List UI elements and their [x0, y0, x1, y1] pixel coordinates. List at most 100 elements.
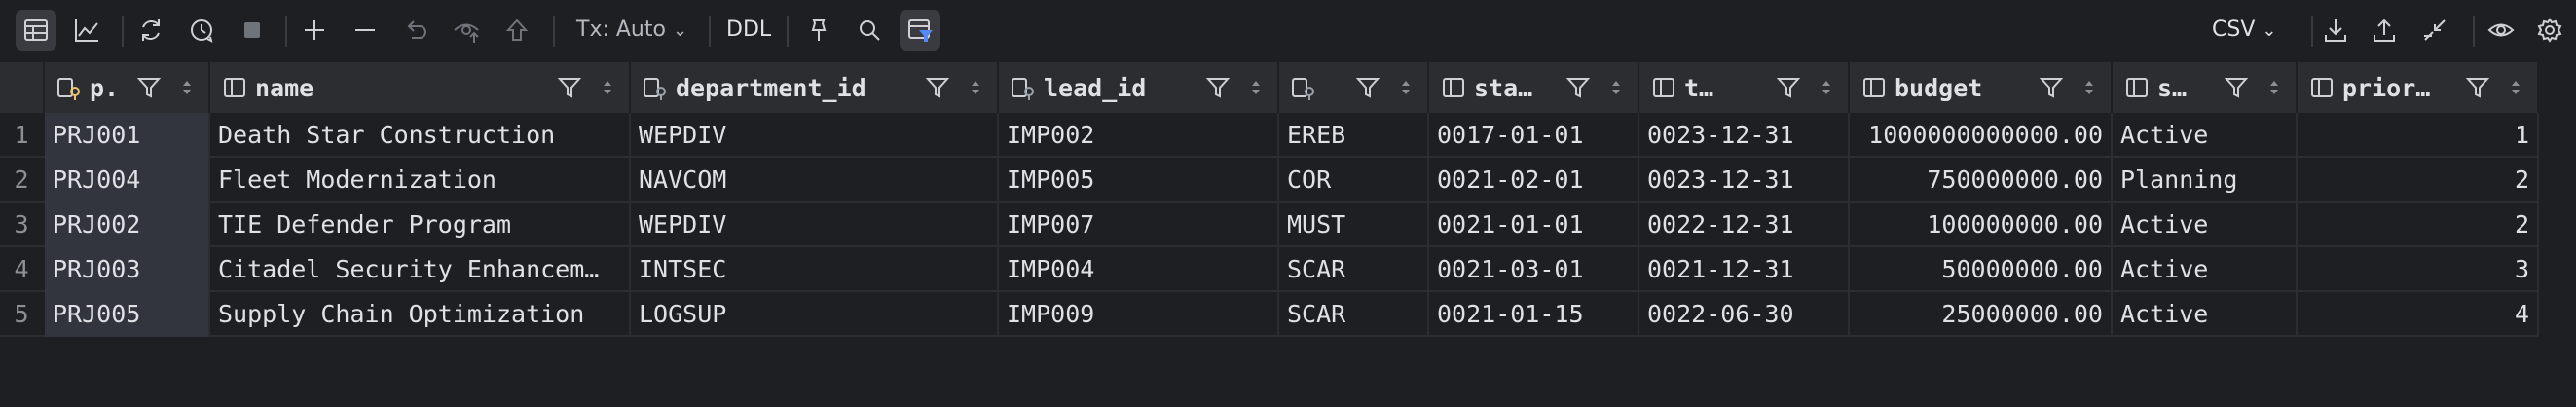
table-row[interactable]: 3 PRJ002 TIE Defender Program WEPDIV IMP007 M… — [0, 203, 2539, 247]
compare-button[interactable] — [2414, 10, 2455, 51]
tx-mode-dropdown[interactable]: Tx: Auto ⌄ — [576, 18, 687, 42]
delete-row-button[interactable] — [345, 10, 386, 51]
chart-view-button[interactable] — [66, 10, 107, 51]
table-cell[interactable]: PRJ002 — [45, 203, 210, 247]
table-cell[interactable]: 2 — [2298, 158, 2539, 203]
column-header[interactable]: budget — [1850, 62, 2113, 113]
filter-icon[interactable] — [1776, 75, 1801, 100]
table-cell[interactable]: PRJ003 — [45, 247, 210, 292]
table-cell[interactable]: Fleet Modernization — [210, 158, 631, 203]
column-header[interactable]: department_id — [631, 62, 999, 113]
filter-icon[interactable] — [1355, 75, 1380, 100]
table-cell[interactable]: IMP007 — [999, 203, 1279, 247]
filter-icon[interactable] — [136, 75, 162, 100]
row-number[interactable]: 1 — [0, 113, 43, 158]
table-row[interactable]: 1 PRJ001 Death Star Construction WEPDIV IMP0… — [0, 113, 2539, 158]
export-format-dropdown[interactable]: CSV ⌄ — [2212, 18, 2276, 42]
table-cell[interactable]: IMP009 — [999, 292, 1279, 337]
table-cell[interactable]: PRJ005 — [45, 292, 210, 337]
table-cell[interactable]: 0022-12-31 — [1639, 203, 1850, 247]
table-cell[interactable]: NAVCOM — [631, 158, 999, 203]
table-cell[interactable]: 0017-01-01 — [1429, 113, 1639, 158]
table-cell[interactable]: TIE Defender Program — [210, 203, 631, 247]
table-cell[interactable]: 50000000.00 — [1850, 247, 2113, 292]
submit-button[interactable] — [497, 10, 537, 51]
download-button[interactable] — [2315, 10, 2356, 51]
table-cell[interactable]: SCAR — [1279, 292, 1429, 337]
stop-button[interactable] — [232, 10, 273, 51]
sort-icon[interactable] — [2266, 75, 2282, 100]
table-cell[interactable]: Planning — [2113, 158, 2298, 203]
refresh-button[interactable] — [130, 10, 171, 51]
table-cell[interactable]: 1000000000000.00 — [1850, 113, 2113, 158]
filter-icon[interactable] — [925, 75, 950, 100]
sort-icon[interactable] — [1248, 75, 1264, 100]
row-number[interactable]: 3 — [0, 203, 43, 247]
table-cell[interactable]: SCAR — [1279, 247, 1429, 292]
filter-icon[interactable] — [2039, 75, 2064, 100]
table-cell[interactable]: 0021-01-15 — [1429, 292, 1639, 337]
sort-icon[interactable] — [1398, 75, 1414, 100]
sort-icon[interactable] — [179, 75, 195, 100]
sort-icon[interactable] — [1819, 75, 1834, 100]
sort-icon[interactable] — [2081, 75, 2097, 100]
table-cell[interactable]: WEPDIV — [631, 113, 999, 158]
column-header[interactable] — [1279, 62, 1429, 113]
table-cell[interactable]: 0021-12-31 — [1639, 247, 1850, 292]
sort-icon[interactable] — [600, 75, 615, 100]
table-cell[interactable]: 3 — [2298, 247, 2539, 292]
history-button[interactable] — [181, 10, 222, 51]
filter-icon[interactable] — [2465, 75, 2490, 100]
table-cell[interactable]: Active — [2113, 113, 2298, 158]
table-cell[interactable]: Active — [2113, 203, 2298, 247]
table-cell[interactable]: Active — [2113, 292, 2298, 337]
table-row[interactable]: 4 PRJ003 Citadel Security Enhancem… INTSEC I… — [0, 247, 2539, 292]
upload-button[interactable] — [2364, 10, 2405, 51]
row-number[interactable]: 5 — [0, 292, 43, 337]
ddl-button[interactable]: DDL — [726, 18, 771, 42]
table-cell[interactable]: COR — [1279, 158, 1429, 203]
table-cell[interactable]: Death Star Construction — [210, 113, 631, 158]
search-button[interactable] — [849, 10, 890, 51]
column-header[interactable]: t… — [1639, 62, 1850, 113]
table-cell[interactable]: 2 — [2298, 203, 2539, 247]
table-cell[interactable]: 0021-01-01 — [1429, 203, 1639, 247]
pin-button[interactable] — [798, 10, 839, 51]
table-cell[interactable]: 0022-06-30 — [1639, 292, 1850, 337]
preview-changes-button[interactable] — [446, 10, 487, 51]
sort-icon[interactable] — [1608, 75, 1624, 100]
column-header[interactable]: p. — [45, 62, 210, 113]
table-cell[interactable]: IMP005 — [999, 158, 1279, 203]
row-number[interactable]: 2 — [0, 158, 43, 203]
sort-icon[interactable] — [2508, 75, 2523, 100]
table-cell[interactable]: Citadel Security Enhancem… — [210, 247, 631, 292]
filter-toggle-button[interactable] — [900, 10, 940, 51]
table-cell[interactable]: EREB — [1279, 113, 1429, 158]
row-number[interactable]: 4 — [0, 247, 43, 292]
column-header[interactable]: sta… — [1429, 62, 1639, 113]
table-cell[interactable]: 100000000.00 — [1850, 203, 2113, 247]
table-cell[interactable]: 0021-03-01 — [1429, 247, 1639, 292]
filter-icon[interactable] — [1565, 75, 1591, 100]
column-header[interactable]: prior… — [2298, 62, 2539, 113]
table-cell[interactable]: PRJ001 — [45, 113, 210, 158]
table-cell[interactable]: 0023-12-31 — [1639, 113, 1850, 158]
table-cell[interactable]: 4 — [2298, 292, 2539, 337]
column-header[interactable]: name — [210, 62, 631, 113]
table-cell[interactable]: Active — [2113, 247, 2298, 292]
table-cell[interactable]: LOGSUP — [631, 292, 999, 337]
add-row-button[interactable] — [294, 10, 335, 51]
table-cell[interactable]: 0023-12-31 — [1639, 158, 1850, 203]
table-cell[interactable]: PRJ004 — [45, 158, 210, 203]
table-cell[interactable]: 1 — [2298, 113, 2539, 158]
column-header[interactable]: lead_id — [999, 62, 1279, 113]
table-row[interactable]: 2 PRJ004 Fleet Modernization NAVCOM IMP005 CO… — [0, 158, 2539, 203]
table-cell[interactable]: 25000000.00 — [1850, 292, 2113, 337]
table-cell[interactable]: Supply Chain Optimization — [210, 292, 631, 337]
settings-button[interactable] — [2529, 10, 2570, 51]
filter-icon[interactable] — [557, 75, 582, 100]
filter-icon[interactable] — [2224, 75, 2249, 100]
view-options-button[interactable] — [2481, 10, 2521, 51]
revert-button[interactable] — [395, 10, 436, 51]
table-view-button[interactable] — [16, 10, 56, 51]
